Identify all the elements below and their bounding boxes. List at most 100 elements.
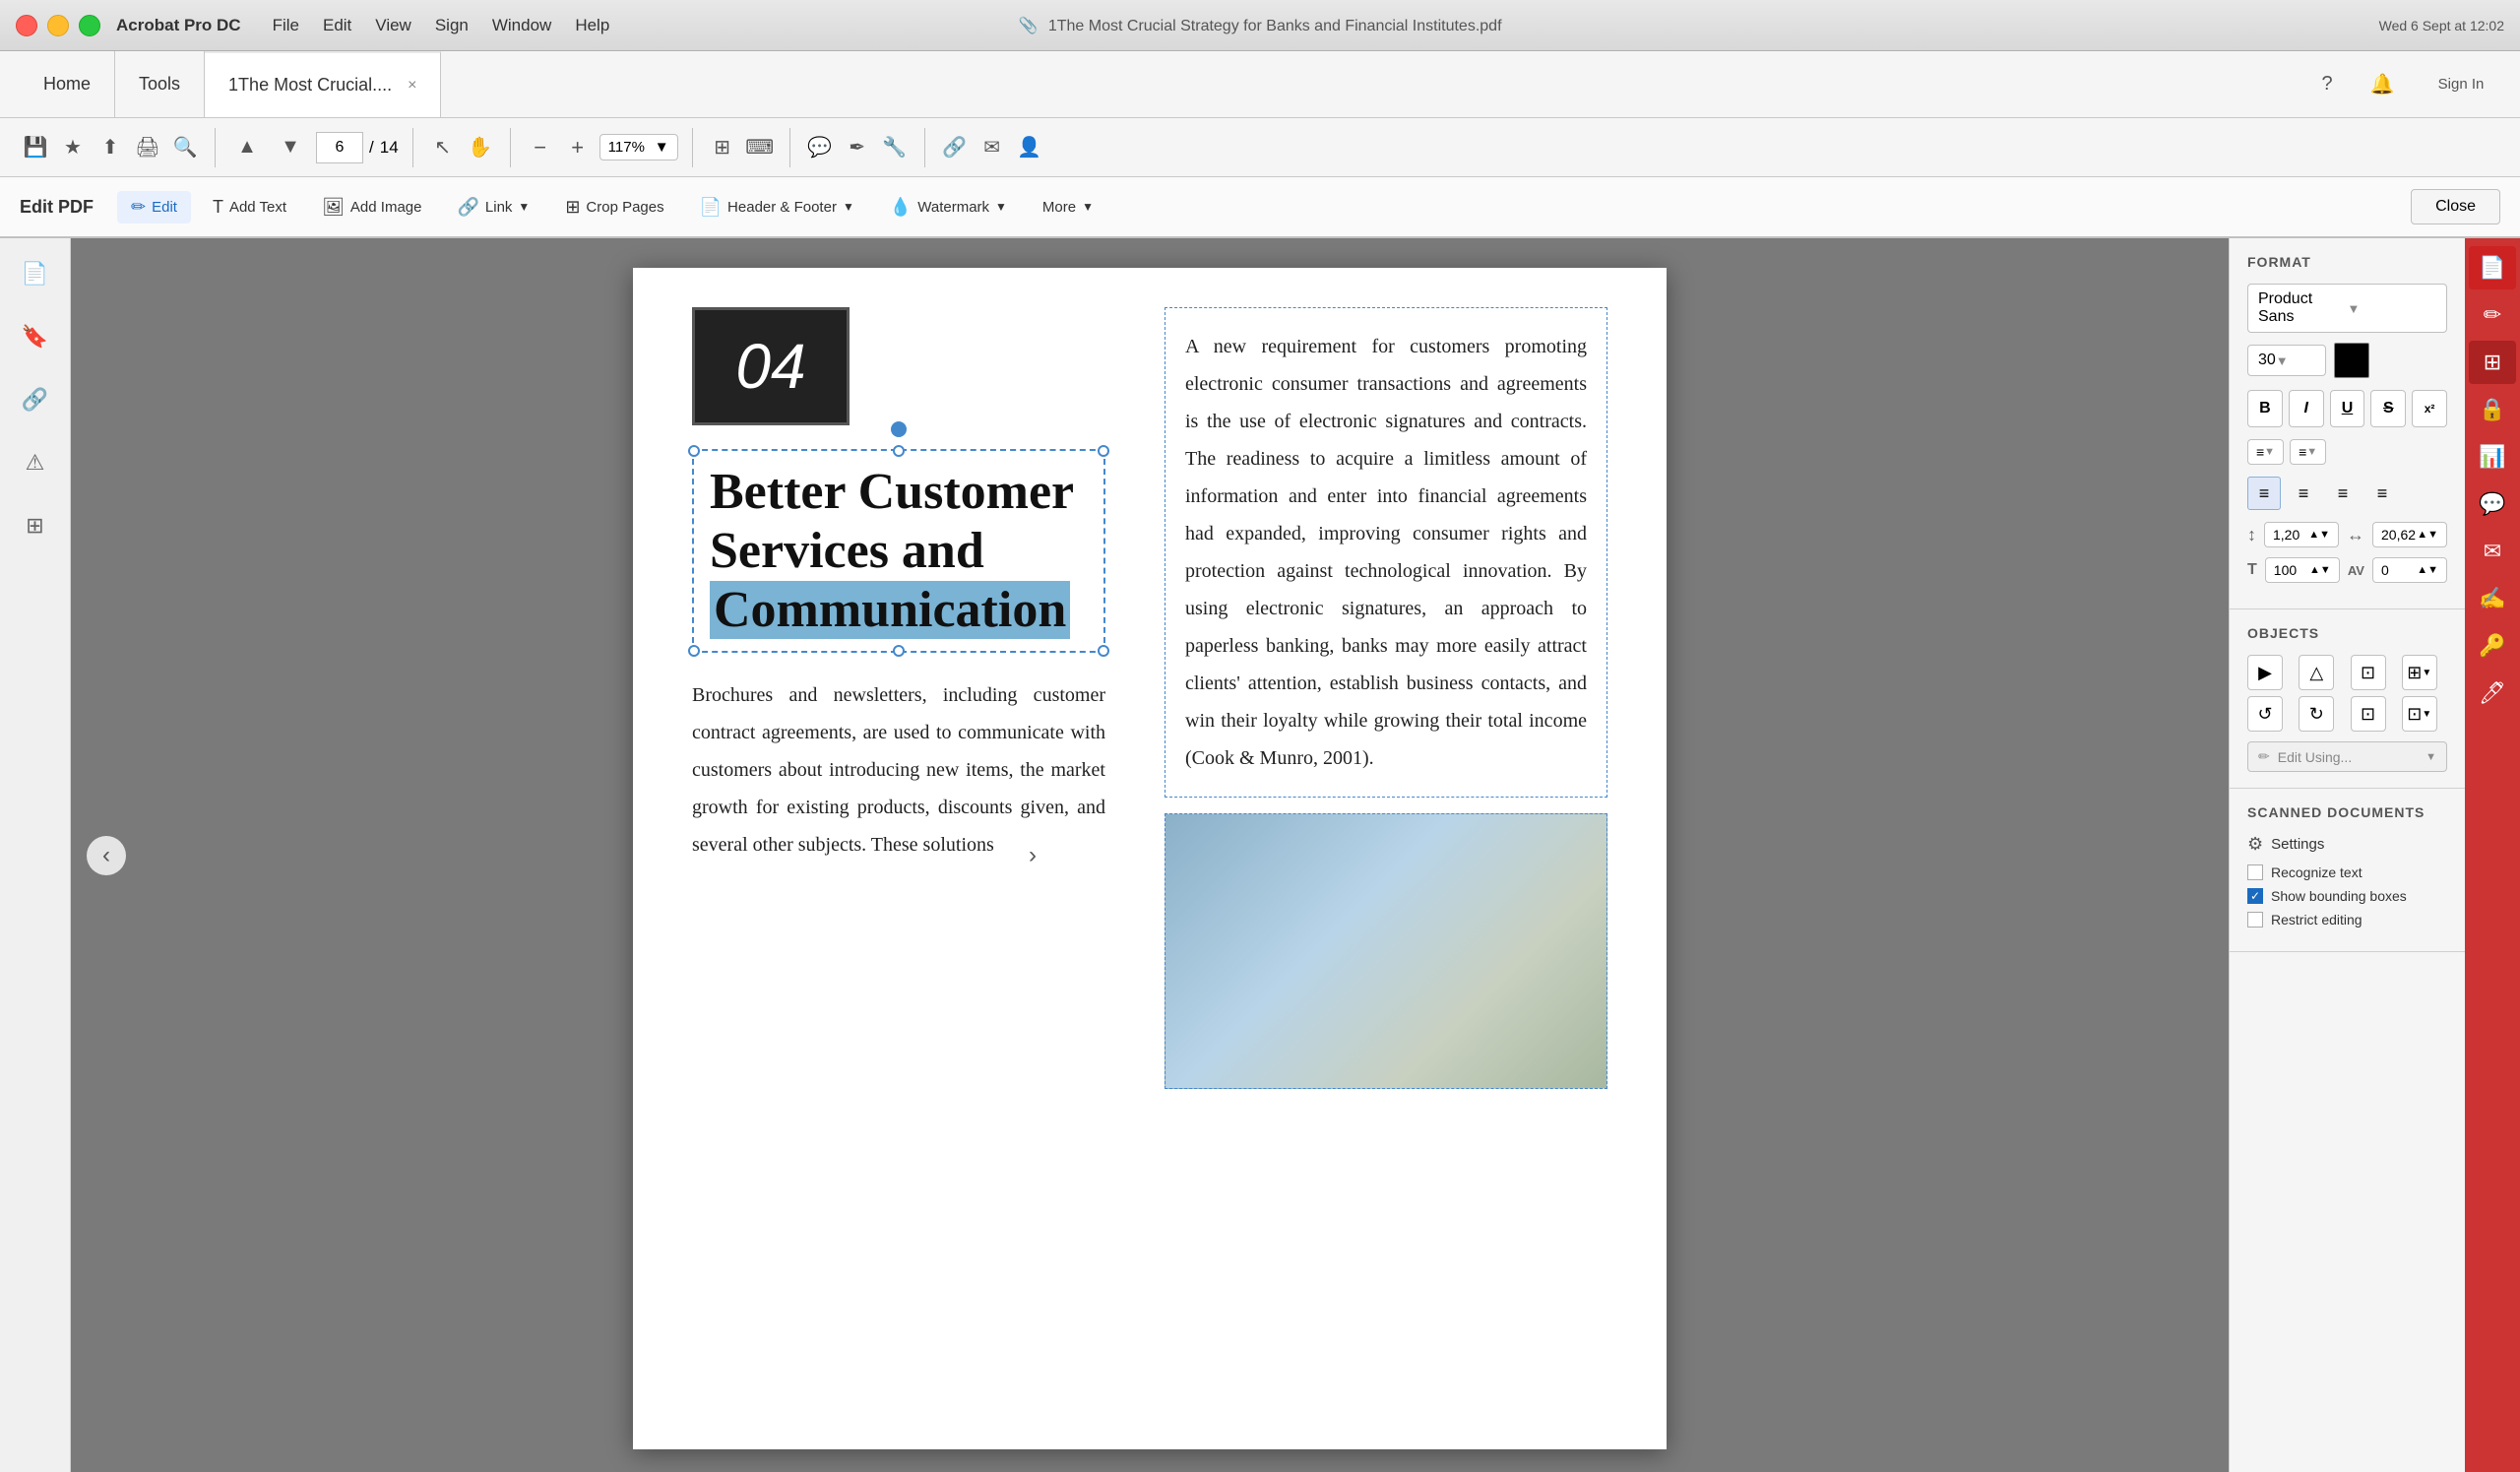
strip-mail-icon[interactable]: ✉: [2469, 530, 2516, 573]
person-icon[interactable]: 👤: [1014, 132, 1045, 163]
pen-tool-icon[interactable]: ✒: [842, 132, 873, 163]
bookmark-icon[interactable]: ★: [57, 132, 89, 163]
add-text-button[interactable]: T Add Text: [199, 191, 300, 224]
save-icon[interactable]: 💾: [20, 132, 51, 163]
obj-redo-button[interactable]: ↻: [2299, 696, 2334, 732]
sidebar-pages-icon[interactable]: 📄: [16, 254, 55, 293]
obj-transform-button[interactable]: ⊡: [2351, 655, 2386, 690]
align-left-button[interactable]: ≡: [2247, 477, 2281, 510]
align-right-button[interactable]: ≡: [2326, 477, 2360, 510]
right-text-box[interactable]: A new requirement for customers promotin…: [1165, 307, 1607, 798]
next-page-arrow[interactable]: ›: [1013, 836, 1052, 875]
line-spacing-input[interactable]: 1,20 ▲▼: [2264, 522, 2339, 547]
prev-page-button[interactable]: ▲: [229, 130, 265, 165]
sidebar-bookmarks-icon[interactable]: 🔖: [16, 317, 55, 356]
italic-button[interactable]: I: [2289, 390, 2324, 427]
strip-pdf-icon[interactable]: 📄: [2469, 246, 2516, 289]
recognize-text-row[interactable]: Recognize text: [2247, 864, 2447, 880]
restrict-editing-checkbox[interactable]: [2247, 912, 2263, 928]
handle-tl[interactable]: [688, 445, 700, 457]
sidebar-layers-icon[interactable]: ⊞: [16, 506, 55, 545]
close-button[interactable]: Close: [2411, 189, 2500, 224]
search-icon[interactable]: 🔍: [169, 132, 201, 163]
prev-page-arrow[interactable]: ‹: [87, 836, 126, 875]
strip-pen-icon[interactable]: 🖊: [2469, 672, 2516, 715]
settings-row[interactable]: ⚙ Settings: [2247, 834, 2447, 855]
strip-export-icon[interactable]: 📊: [2469, 435, 2516, 479]
menu-file[interactable]: File: [273, 16, 299, 35]
pointer-tool-icon[interactable]: ↖: [427, 132, 459, 163]
handle-bm[interactable]: [893, 645, 905, 657]
minimize-button[interactable]: [47, 15, 69, 36]
help-button[interactable]: ?: [2311, 69, 2343, 100]
edit-using-row[interactable]: ✏ Edit Using... ▼: [2247, 741, 2447, 772]
more-button[interactable]: More ▼: [1029, 193, 1107, 222]
notification-button[interactable]: 🔔: [2366, 69, 2398, 100]
tab-document[interactable]: 1The Most Crucial.... ×: [205, 51, 441, 117]
sign-in-button[interactable]: Sign In: [2422, 69, 2500, 100]
numbered-list-button[interactable]: ≡▼: [2290, 439, 2326, 465]
obj-triangle-button[interactable]: △: [2299, 655, 2334, 690]
tab-home[interactable]: Home: [20, 51, 115, 117]
header-footer-button[interactable]: 📄 Header & Footer ▼: [686, 191, 868, 224]
menu-help[interactable]: Help: [575, 16, 609, 35]
watermark-button[interactable]: 💧 Watermark ▼: [876, 191, 1021, 224]
strip-comment-icon[interactable]: 💬: [2469, 482, 2516, 526]
strip-sign-icon[interactable]: ✍: [2469, 577, 2516, 620]
next-page-button[interactable]: ▼: [273, 130, 308, 165]
kerning-input[interactable]: 0 ▲▼: [2372, 557, 2447, 583]
menu-view[interactable]: View: [375, 16, 411, 35]
close-button[interactable]: [16, 15, 37, 36]
tools-icon[interactable]: 🔧: [879, 132, 911, 163]
underline-button[interactable]: U: [2330, 390, 2365, 427]
menu-window[interactable]: Window: [492, 16, 551, 35]
superscript-button[interactable]: x²: [2412, 390, 2447, 427]
comment-icon[interactable]: 💬: [804, 132, 836, 163]
tab-tools[interactable]: Tools: [115, 51, 205, 117]
edit-button[interactable]: ✏ Edit: [117, 191, 191, 224]
obj-paste-button[interactable]: ⊡▼: [2402, 696, 2437, 732]
bullet-list-button[interactable]: ≡▼: [2247, 439, 2284, 465]
keyboard-icon[interactable]: ⌨: [744, 132, 776, 163]
strip-protect-icon[interactable]: 🔒: [2469, 388, 2516, 431]
text-size-input[interactable]: 100 ▲▼: [2265, 557, 2340, 583]
obj-align-button[interactable]: ⊞▼: [2402, 655, 2437, 690]
strip-key-icon[interactable]: 🔑: [2469, 624, 2516, 668]
zoom-in-button[interactable]: +: [562, 132, 594, 163]
zoom-out-button[interactable]: −: [525, 132, 556, 163]
hand-tool-icon[interactable]: ✋: [465, 132, 496, 163]
char-spacing-input[interactable]: 20,62 ▲▼: [2372, 522, 2447, 547]
page-number-input[interactable]: [316, 132, 363, 163]
obj-copy-button[interactable]: ⊡: [2351, 696, 2386, 732]
tab-close-icon[interactable]: ×: [408, 77, 416, 95]
maximize-button[interactable]: [79, 15, 100, 36]
heading-text-box[interactable]: Better Customer Services and Communicati…: [692, 449, 1105, 653]
strikethrough-button[interactable]: S: [2370, 390, 2406, 427]
sidebar-links-icon[interactable]: 🔗: [16, 380, 55, 419]
restrict-editing-row[interactable]: Restrict editing: [2247, 912, 2447, 928]
show-bounding-row[interactable]: ✓ Show bounding boxes: [2247, 888, 2447, 904]
size-dropdown[interactable]: 30 ▼: [2247, 345, 2326, 376]
strip-edit-icon[interactable]: ✏: [2469, 293, 2516, 337]
menu-sign[interactable]: Sign: [435, 16, 469, 35]
handle-tm[interactable]: [893, 445, 905, 457]
menu-edit[interactable]: Edit: [323, 16, 351, 35]
strip-organize-icon[interactable]: ⊞: [2469, 341, 2516, 384]
handle-bl[interactable]: [688, 645, 700, 657]
crop-pages-button[interactable]: ⊞ Crop Pages: [551, 191, 677, 224]
align-center-button[interactable]: ≡: [2287, 477, 2320, 510]
sidebar-warning-icon[interactable]: ⚠: [16, 443, 55, 482]
rotate-handle[interactable]: [891, 421, 907, 437]
print-icon[interactable]: 🖨: [132, 132, 163, 163]
crop-view-icon[interactable]: ⊞: [707, 132, 738, 163]
mail-icon[interactable]: ✉: [976, 132, 1008, 163]
recognize-text-checkbox[interactable]: [2247, 864, 2263, 880]
show-bounding-checkbox[interactable]: ✓: [2247, 888, 2263, 904]
handle-br[interactable]: [1098, 645, 1109, 657]
font-dropdown[interactable]: Product Sans ▼: [2247, 284, 2447, 333]
pdf-area[interactable]: ‹ 04: [71, 238, 2229, 1472]
align-justify-button[interactable]: ≡: [2365, 477, 2399, 510]
add-image-button[interactable]: 🖼 Add Image: [308, 191, 435, 224]
link-create-icon[interactable]: 🔗: [939, 132, 971, 163]
color-picker[interactable]: [2334, 343, 2369, 378]
